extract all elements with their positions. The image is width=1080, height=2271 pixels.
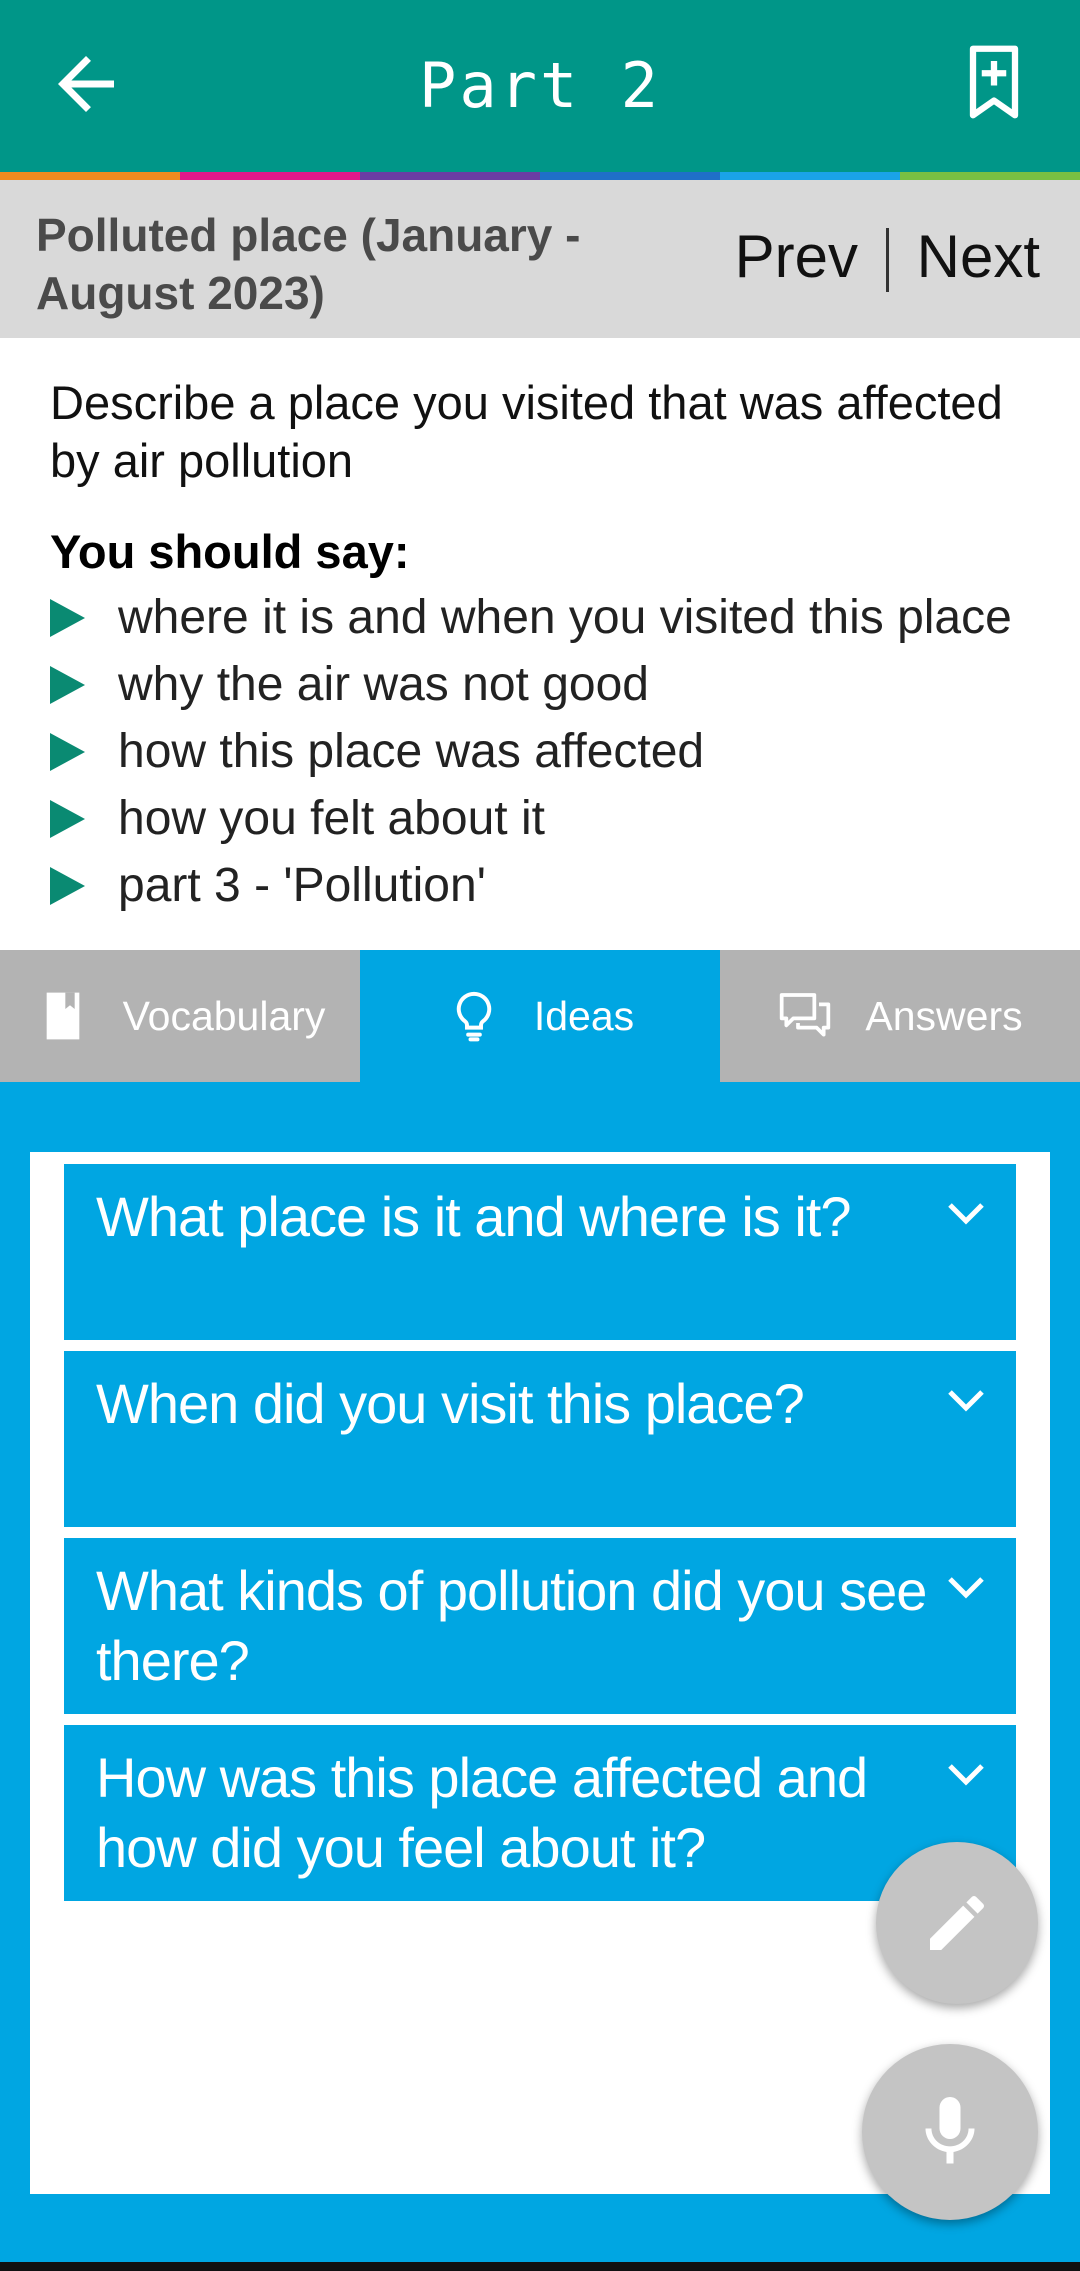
stripe-segment [180,172,360,180]
cue-point: why the air was not good [118,658,649,711]
stripe-segment [720,172,900,180]
list-item: where it is and when you visited this pl… [50,584,1012,651]
topic-bar: Polluted place (January - August 2023) P… [0,180,1080,338]
bottom-edge [0,2262,1080,2271]
list-item: why the air was not good [50,651,1012,718]
pencil-icon [930,1895,985,1950]
tab-ideas[interactable]: Ideas [360,950,720,1082]
chat-icon [780,993,831,1037]
chevron-down-icon[interactable] [946,1572,986,1602]
chevron-down-icon[interactable] [946,1385,986,1415]
cue-points-list: where it is and when you visited this pl… [50,584,1012,919]
cue-card-description: Describe a place you visited that was af… [50,376,1003,487]
cue-card: Describe a place you visited that was af… [0,338,1080,950]
record-audio-button[interactable] [862,2044,1038,2220]
book-icon [46,992,79,1040]
bullet-triangle-icon [50,598,85,637]
cue-point: how this place was affected [118,725,705,778]
ideas-panel: What place is it and where is it? When d… [30,1152,1050,2194]
accordion-item[interactable]: What kinds of pollution did you see ther… [64,1538,1016,1714]
tab-answers[interactable]: Answers [720,950,1080,1082]
list-item: how this place was affected [50,718,1012,785]
edit-notes-button[interactable] [876,1842,1038,2004]
tab-vocabulary[interactable]: Vocabulary [0,950,360,1082]
list-item: part 3 - 'Pollution' [50,852,1012,919]
add-bookmark-icon[interactable] [952,40,1036,124]
accordion-item[interactable]: How was this place affected and how did … [64,1725,1016,1901]
stripe-segment [900,172,1080,180]
chevron-down-icon[interactable] [946,1198,986,1228]
divider [886,228,889,292]
tab-label: Ideas [533,992,635,1039]
list-item: how you felt about it [50,785,1012,852]
tab-bar: Vocabulary Ideas Answers [0,950,1080,1082]
stripe-segment [540,172,720,180]
stripe-segment [0,172,180,180]
bullet-triangle-icon [50,732,85,771]
prev-button[interactable]: Prev [735,222,858,292]
bullet-triangle-icon [50,799,85,838]
cue-point: where it is and when you visited this pl… [118,591,1012,644]
idea-question: When did you visit this place? [96,1372,805,1435]
cue-point: part 3 - 'Pollution' [118,859,486,912]
idea-question: What place is it and where is it? [96,1185,851,1248]
idea-question: How was this place affected and how did … [96,1746,868,1879]
page-title: Part 2 [419,49,661,122]
accordion-item[interactable]: When did you visit this place? [64,1351,1016,1527]
lightbulb-icon [456,991,492,1042]
microphone-icon [925,2097,975,2164]
stripe-segment [360,172,540,180]
accordion-item[interactable]: What place is it and where is it? [64,1164,1016,1340]
color-stripe [0,172,1080,180]
topic-title: Polluted place (January - August 2023) [36,209,581,319]
bullet-triangle-icon [50,866,85,905]
you-should-say-heading: You should say: [50,525,410,578]
idea-question: What kinds of pollution did you see ther… [96,1559,927,1692]
cue-point: how you felt about it [118,792,545,845]
next-button[interactable]: Next [917,222,1040,292]
tab-label: Vocabulary [122,992,326,1039]
chevron-down-icon[interactable] [946,1759,986,1789]
tab-label: Answers [865,992,1023,1039]
bullet-triangle-icon [50,665,85,704]
app-bar: Part 2 [0,0,1080,172]
